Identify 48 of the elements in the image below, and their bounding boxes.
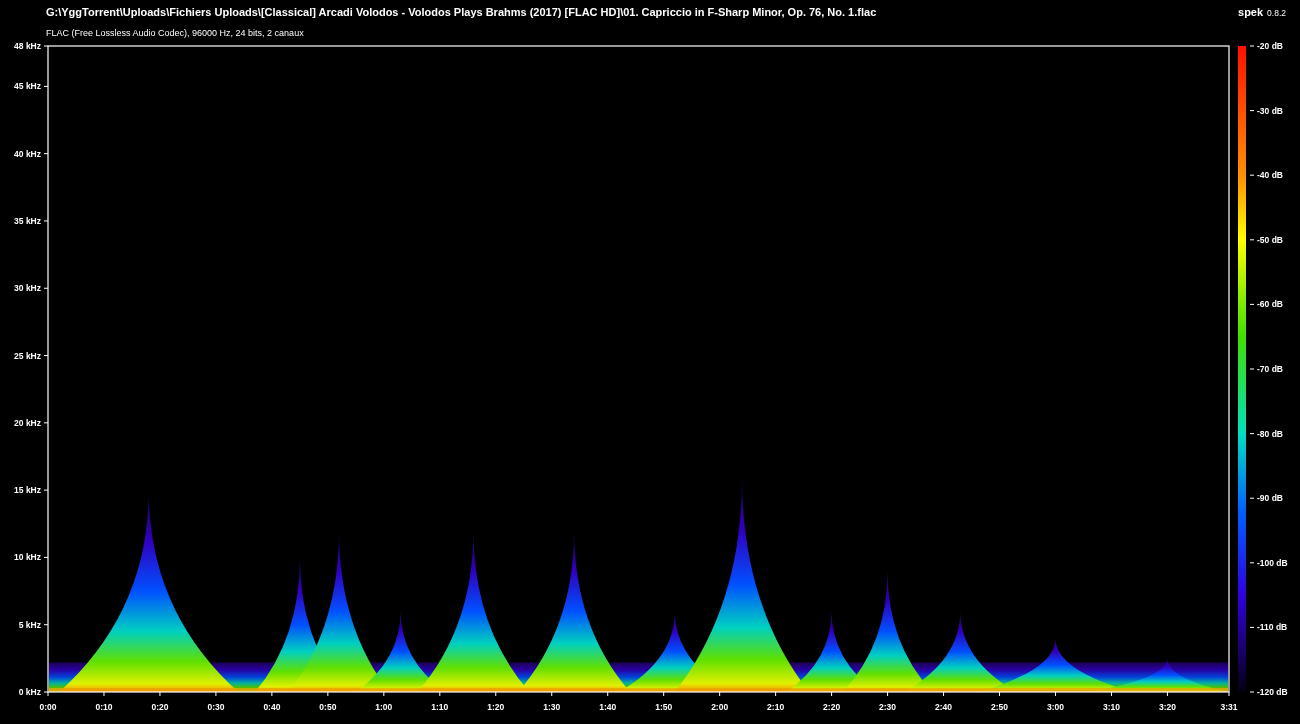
file-info: FLAC (Free Lossless Audio Codec), 96000 Hz, 24 bits, 2 canaux xyxy=(46,26,305,40)
time-label: 1:40 xyxy=(599,702,617,712)
time-label: 1:00 xyxy=(375,702,393,712)
time-label: 2:00 xyxy=(711,702,729,712)
time-label: 1:20 xyxy=(487,702,505,712)
app-name: spek xyxy=(1238,5,1264,20)
level-label: -110 dB xyxy=(1257,622,1288,633)
frequency-label: 5 kHz xyxy=(18,619,41,630)
time-label: 0:50 xyxy=(319,702,337,712)
window-title: G:\YggTorrent\Uploads\Fichiers Uploads\[Classical] Arcadi Volodos - Volodos Plays Brahms (2017) [FLAC HD]\01. Capriccio in F-Sharp Minor, Op. 76, No. 1.flac xyxy=(46,5,877,20)
time-label: 3:10 xyxy=(1102,702,1120,712)
app-version: 0.8.2 xyxy=(1267,7,1286,20)
level-label: -90 dB xyxy=(1257,493,1283,504)
time-label: 2:30 xyxy=(879,702,897,712)
time-label: 0:40 xyxy=(263,702,281,712)
time-label: 0:20 xyxy=(151,702,169,712)
time-label: 2:40 xyxy=(935,702,953,712)
frequency-label: 20 kHz xyxy=(14,417,41,428)
level-label: -100 dB xyxy=(1257,557,1288,568)
time-label: 1:30 xyxy=(543,702,561,712)
level-label: -70 dB xyxy=(1257,364,1283,374)
time-label: 0:30 xyxy=(207,702,225,712)
level-label: -40 dB xyxy=(1257,170,1283,181)
level-label: -120 dB xyxy=(1257,687,1288,697)
frequency-label: 0 kHz xyxy=(18,687,41,697)
time-label: 0:00 xyxy=(39,702,57,712)
frequency-label: 48 kHz xyxy=(14,41,41,51)
level-label: -60 dB xyxy=(1257,299,1283,310)
frequency-label: 10 kHz xyxy=(14,552,41,563)
level-label: -30 dB xyxy=(1257,105,1283,116)
level-label: -80 dB xyxy=(1257,428,1283,439)
frequency-label: 45 kHz xyxy=(14,81,41,92)
frequency-label: 35 kHz xyxy=(14,215,41,226)
time-label: 1:50 xyxy=(655,702,673,712)
time-label: 3:31 xyxy=(1220,702,1238,712)
level-label: -20 dB xyxy=(1257,41,1283,51)
time-label: 3:00 xyxy=(1047,702,1064,712)
frequency-label: 30 kHz xyxy=(14,283,41,294)
time-label: 1:10 xyxy=(431,702,449,712)
time-label: 2:50 xyxy=(991,702,1008,712)
level-label: -50 dB xyxy=(1257,234,1283,245)
time-label: 3:20 xyxy=(1158,702,1176,712)
time-label: 0:10 xyxy=(95,702,113,712)
frequency-label: 15 kHz xyxy=(14,485,41,496)
time-label: 2:20 xyxy=(823,702,841,712)
frequency-label: 40 kHz xyxy=(14,148,41,159)
time-label: 2:10 xyxy=(767,702,785,712)
frequency-label: 25 kHz xyxy=(14,350,41,361)
